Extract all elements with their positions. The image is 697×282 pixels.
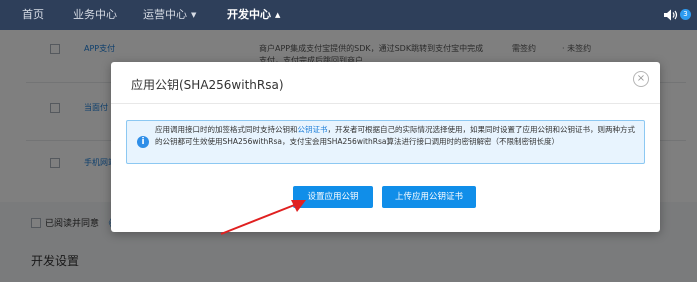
public-key-cert-link[interactable]: 公钥证书 — [298, 125, 328, 134]
notice-prefix: 应用调用接口时的加签格式同时支持公钥和 — [155, 125, 298, 134]
top-nav: 首页 业务中心 运营中心 ▼ 开发中心 ▲ 3 — [0, 0, 697, 30]
notification-badge[interactable]: 3 — [680, 9, 691, 20]
close-icon[interactable]: × — [633, 71, 649, 87]
notice-text: 应用调用接口时的加签格式同时支持公钥和公钥证书，开发者可根据自己的实际情况选择使… — [155, 124, 639, 147]
info-icon: i — [137, 136, 149, 148]
public-key-modal: 应用公钥(SHA256withRsa) × i 应用调用接口时的加签格式同时支持… — [111, 62, 660, 232]
modal-divider — [111, 103, 660, 104]
nav-developer[interactable]: 开发中心 ▲ — [227, 0, 280, 30]
nav-operations-label: 运营中心 — [143, 8, 187, 21]
nav-home-label: 首页 — [22, 8, 44, 21]
nav-home[interactable]: 首页 — [22, 0, 44, 30]
nav-developer-label: 开发中心 — [227, 8, 271, 21]
nav-operations[interactable]: 运营中心 ▼ — [143, 0, 196, 30]
caret-up-icon: ▲ — [275, 11, 281, 19]
caret-down-icon: ▼ — [191, 11, 197, 19]
nav-business-label: 业务中心 — [73, 8, 117, 21]
nav-business[interactable]: 业务中心 — [73, 0, 117, 30]
modal-title: 应用公钥(SHA256withRsa) — [131, 78, 284, 92]
upload-public-key-cert-button[interactable]: 上传应用公钥证书 — [382, 186, 476, 208]
set-app-public-key-button[interactable]: 设置应用公钥 — [293, 186, 373, 208]
info-notice: i 应用调用接口时的加签格式同时支持公钥和公钥证书，开发者可根据自己的实际情况选… — [126, 120, 645, 164]
